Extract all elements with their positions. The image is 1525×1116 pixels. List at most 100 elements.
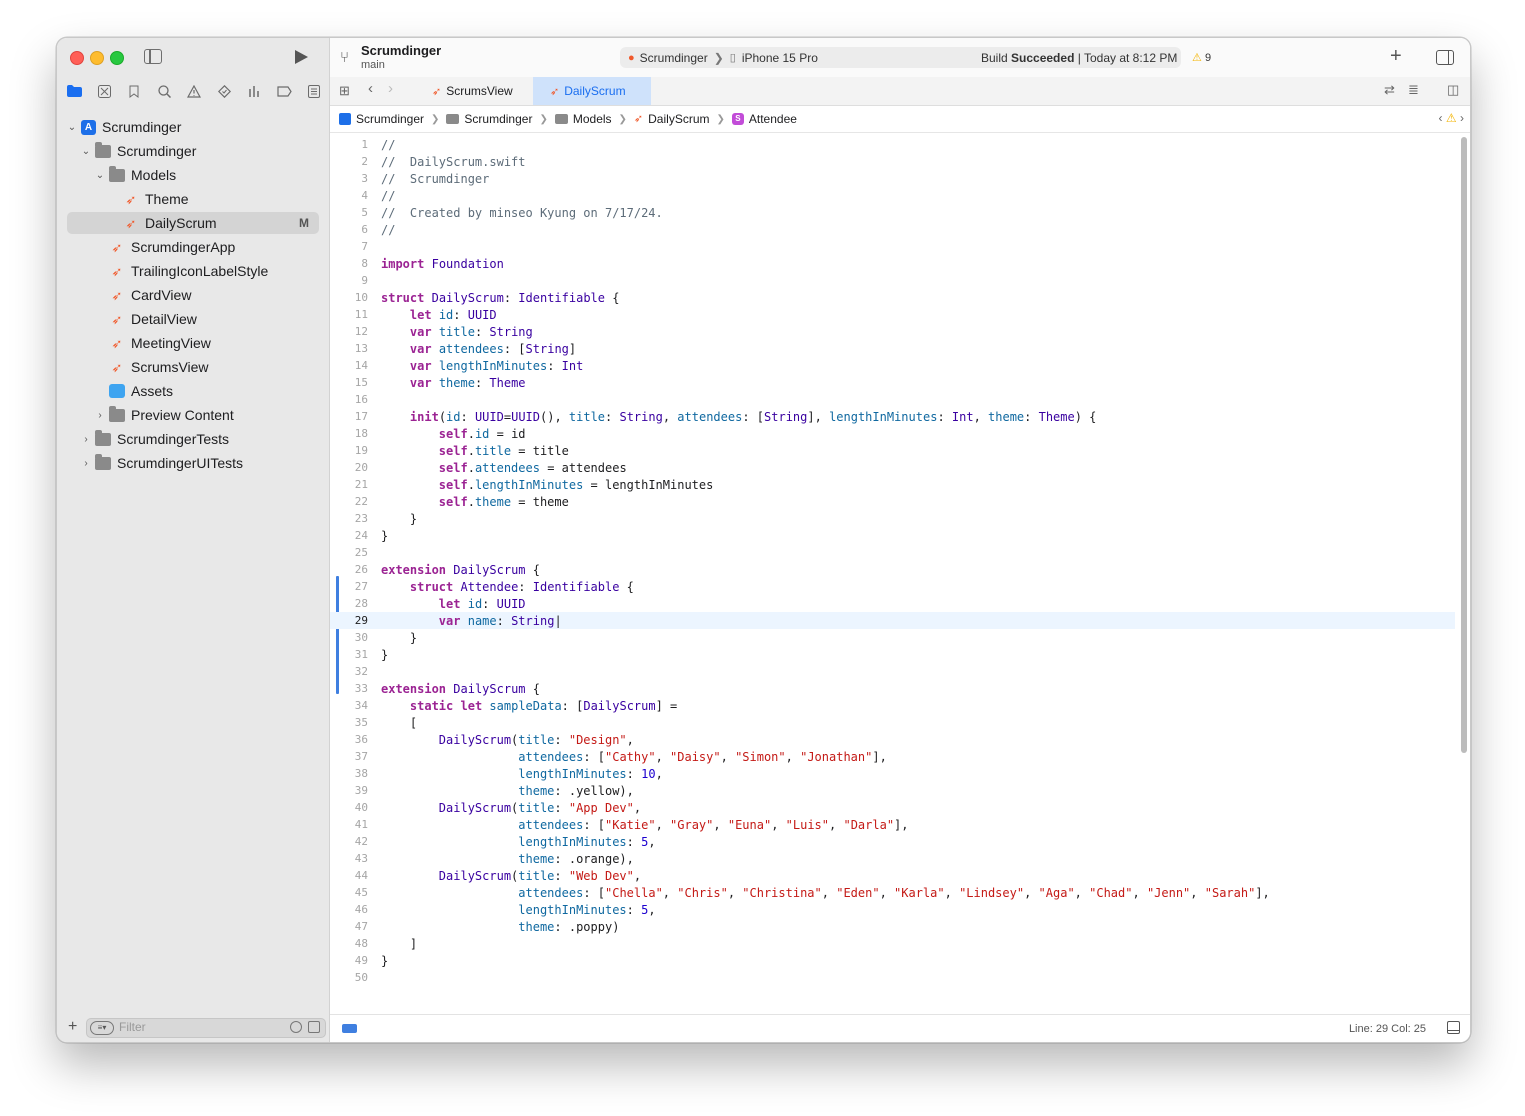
- code-line[interactable]: 39 theme: .yellow),: [330, 782, 1455, 799]
- bookmark-navigator-tab[interactable]: [119, 80, 149, 102]
- code-line[interactable]: 47 theme: .poppy): [330, 918, 1455, 935]
- disclosure-open-icon[interactable]: ⌄: [95, 170, 105, 181]
- navigator-item[interactable]: › ScrumdingerTests: [67, 428, 319, 450]
- code-line[interactable]: 17 init(id: UUID=UUID(), title: String, …: [330, 408, 1455, 425]
- code-line[interactable]: 38 lengthInMinutes: 10,: [330, 765, 1455, 782]
- code-line[interactable]: 6 //: [330, 221, 1455, 238]
- breadcrumb-symbol[interactable]: S Attendee: [731, 112, 797, 126]
- code-line[interactable]: 22 self.theme = theme: [330, 493, 1455, 510]
- tag-icon[interactable]: [342, 1024, 357, 1033]
- navigator-item[interactable]: ⌄ Scrumdinger: [67, 140, 319, 162]
- tab-scrumsview[interactable]: ➶ ScrumsView: [415, 77, 533, 105]
- run-button[interactable]: [295, 50, 308, 64]
- code-line[interactable]: 50: [330, 969, 1455, 986]
- code-line[interactable]: 45 attendees: ["Chella", "Chris", "Chris…: [330, 884, 1455, 901]
- source-control-filter-icon[interactable]: [308, 1021, 320, 1033]
- branch-icon[interactable]: ⑂: [340, 49, 349, 66]
- back-chevron-icon[interactable]: ‹: [368, 80, 373, 97]
- library-add-button[interactable]: +: [1390, 45, 1402, 68]
- disclosure-open-icon[interactable]: ⌄: [81, 146, 91, 157]
- code-line[interactable]: 35 [: [330, 714, 1455, 731]
- navigator-item[interactable]: ➶ ScrumsView: [67, 356, 319, 378]
- code-line[interactable]: 33 extension DailyScrum {: [330, 680, 1455, 697]
- navigator-item[interactable]: ➶ ScrumdingerApp: [67, 236, 319, 258]
- code-line[interactable]: 9: [330, 272, 1455, 289]
- code-line[interactable]: 48 ]: [330, 935, 1455, 952]
- code-line[interactable]: 18 self.id = id: [330, 425, 1455, 442]
- related-items-icon[interactable]: ⊞: [339, 83, 350, 99]
- code-line[interactable]: 14 var lengthInMinutes: Int: [330, 357, 1455, 374]
- code-line[interactable]: 7: [330, 238, 1455, 255]
- disclosure-closed-icon[interactable]: ›: [95, 410, 105, 421]
- find-navigator-tab[interactable]: [149, 80, 179, 102]
- disclosure-closed-icon[interactable]: ›: [81, 434, 91, 445]
- refresh-canvas-icon[interactable]: ⇄: [1384, 82, 1395, 98]
- navigator-item[interactable]: › ScrumdingerUITests: [67, 452, 319, 474]
- code-line[interactable]: 13 var attendees: [String]: [330, 340, 1455, 357]
- inspector-toggle-icon[interactable]: [1436, 50, 1454, 65]
- code-line[interactable]: 26 extension DailyScrum {: [330, 561, 1455, 578]
- code-line[interactable]: 2 // DailyScrum.swift: [330, 153, 1455, 170]
- navigator-item[interactable]: Assets: [67, 380, 319, 402]
- code-line[interactable]: 41 attendees: ["Katie", "Gray", "Euna", …: [330, 816, 1455, 833]
- code-line[interactable]: 1 //: [330, 136, 1455, 153]
- breadcrumb-models[interactable]: Models ❯: [554, 112, 634, 126]
- filter-options-icon[interactable]: ≡▾: [90, 1021, 114, 1035]
- device-selector[interactable]: iPhone 15 Pro: [742, 51, 818, 65]
- code-line[interactable]: 21 self.lengthInMinutes = lengthInMinute…: [330, 476, 1455, 493]
- minimize-window-button[interactable]: [90, 51, 104, 65]
- add-file-icon[interactable]: +: [68, 1018, 77, 1036]
- code-line[interactable]: 3 // Scrumdinger: [330, 170, 1455, 187]
- code-line[interactable]: 16: [330, 391, 1455, 408]
- code-line[interactable]: 34 static let sampleData: [DailyScrum] =: [330, 697, 1455, 714]
- issue-navigation[interactable]: ‹ ⚠ ›: [1439, 111, 1464, 125]
- forward-chevron-icon[interactable]: ›: [388, 80, 393, 97]
- code-line[interactable]: 36 DailyScrum(title: "Design",: [330, 731, 1455, 748]
- recent-files-icon[interactable]: [290, 1021, 302, 1033]
- code-line[interactable]: 40 DailyScrum(title: "App Dev",: [330, 799, 1455, 816]
- breakpoint-navigator-tab[interactable]: [269, 80, 299, 102]
- code-line[interactable]: 44 DailyScrum(title: "Web Dev",: [330, 867, 1455, 884]
- sidebar-toggle-icon[interactable]: [144, 49, 162, 64]
- navigator-item[interactable]: ➶ CardView: [67, 284, 319, 306]
- report-navigator-tab[interactable]: [299, 80, 329, 102]
- navigator-item[interactable]: ➶ TrailingIconLabelStyle: [67, 260, 319, 282]
- code-line[interactable]: 49}: [330, 952, 1455, 969]
- navigator-item[interactable]: ⌄ Models: [67, 164, 319, 186]
- vertical-scrollbar[interactable]: [1461, 137, 1467, 753]
- code-line[interactable]: 4 //: [330, 187, 1455, 204]
- code-line[interactable]: 20 self.attendees = attendees: [330, 459, 1455, 476]
- split-editor-icon[interactable]: ◫: [1447, 82, 1459, 98]
- project-navigator-tab[interactable]: [59, 80, 89, 102]
- code-line[interactable]: 25: [330, 544, 1455, 561]
- code-line[interactable]: 10 struct DailyScrum: Identifiable {: [330, 289, 1455, 306]
- adjust-editor-options-icon[interactable]: ≣: [1408, 82, 1419, 98]
- scheme-selector[interactable]: Scrumdinger: [640, 51, 708, 65]
- code-line[interactable]: 5 // Created by minseo Kyung on 7/17/24.: [330, 204, 1455, 221]
- close-window-button[interactable]: [70, 51, 84, 65]
- warnings-indicator[interactable]: ⚠ 9: [1192, 51, 1211, 64]
- toolbar-project-name[interactable]: Scrumdinger: [361, 43, 441, 58]
- code-line[interactable]: 15 var theme: Theme: [330, 374, 1455, 391]
- code-line[interactable]: 11 let id: UUID: [330, 306, 1455, 323]
- disclosure-open-icon[interactable]: ⌄: [67, 122, 77, 133]
- code-line[interactable]: 28 let id: UUID: [330, 595, 1455, 612]
- code-line[interactable]: 19 self.title = title: [330, 442, 1455, 459]
- code-line[interactable]: 24}: [330, 527, 1455, 544]
- zoom-window-button[interactable]: [110, 51, 124, 65]
- code-line[interactable]: 42 lengthInMinutes: 5,: [330, 833, 1455, 850]
- breadcrumb-group[interactable]: Scrumdinger ❯: [446, 112, 554, 126]
- test-navigator-tab[interactable]: [209, 80, 239, 102]
- debug-navigator-tab[interactable]: [239, 80, 269, 102]
- code-line[interactable]: 32: [330, 663, 1455, 680]
- navigator-item[interactable]: ➶ DetailView: [67, 308, 319, 330]
- navigator-item[interactable]: ⌄ A Scrumdinger: [67, 116, 319, 138]
- code-line[interactable]: 27 struct Attendee: Identifiable {: [330, 578, 1455, 595]
- code-line[interactable]: 23 }: [330, 510, 1455, 527]
- code-line[interactable]: 29 var name: String|: [330, 612, 1455, 629]
- breadcrumb-project[interactable]: Scrumdinger ❯: [339, 112, 446, 126]
- code-line[interactable]: 37 attendees: ["Cathy", "Daisy", "Simon"…: [330, 748, 1455, 765]
- disclosure-closed-icon[interactable]: ›: [81, 458, 91, 469]
- issue-navigator-tab[interactable]: [179, 80, 209, 102]
- source-editor[interactable]: 1 // 2 // DailyScrum.swift 3 // Scrumdinger 4 /…: [330, 133, 1470, 1013]
